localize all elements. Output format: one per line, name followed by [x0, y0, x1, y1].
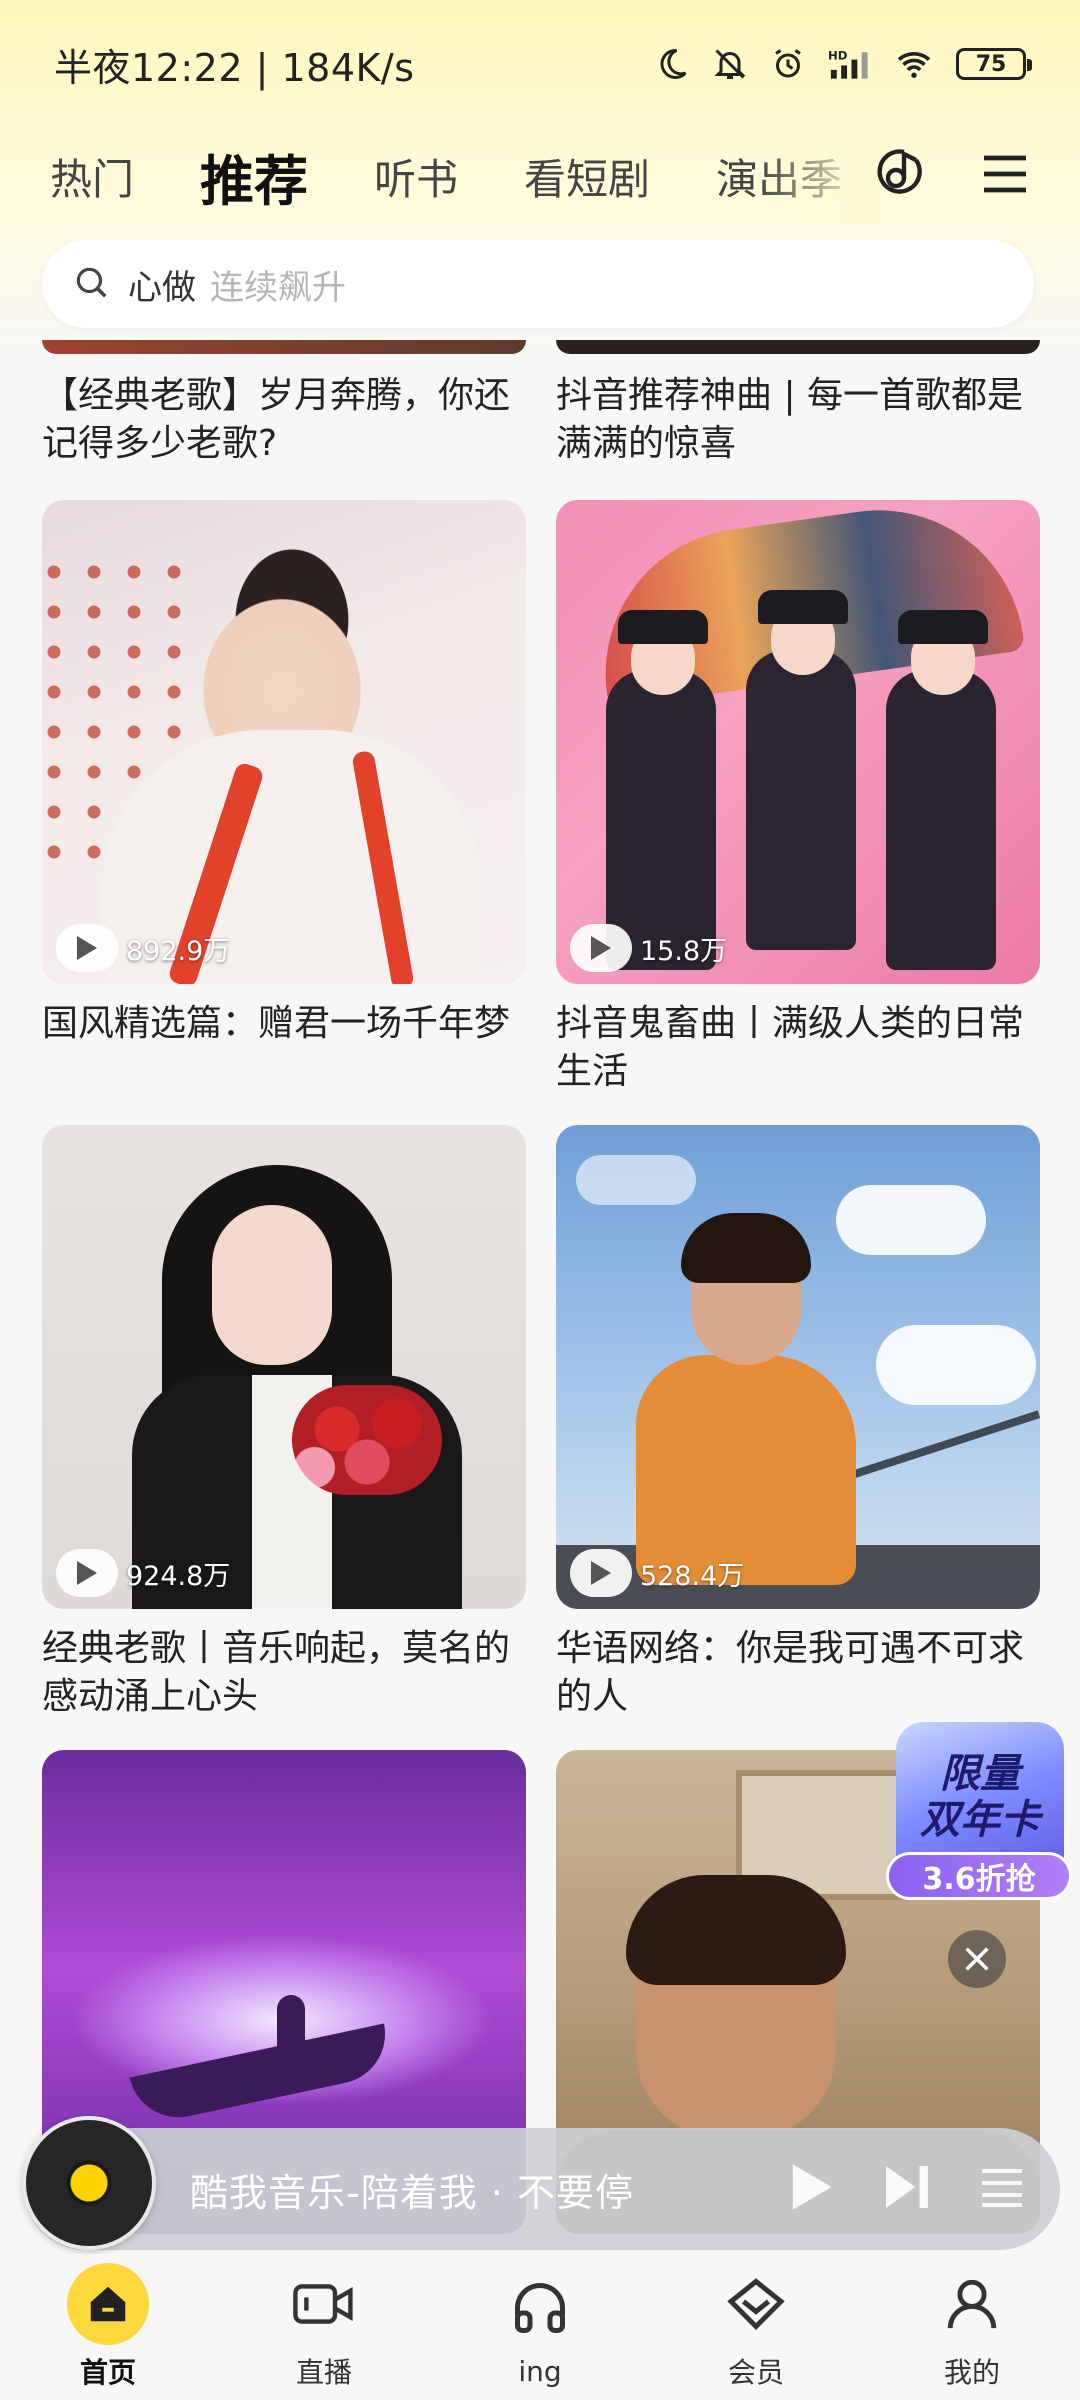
- play-count: 924.8万: [56, 1549, 230, 1597]
- playlist-cover[interactable]: 892.9万: [42, 500, 526, 984]
- voice-search-icon[interactable]: [872, 144, 928, 208]
- nav-live[interactable]: 直播: [254, 2263, 394, 2391]
- promo-line-2: 双年卡: [920, 1797, 1040, 1843]
- svg-text:HD: HD: [828, 49, 848, 63]
- play-count: 528.4万: [570, 1549, 744, 1597]
- search-icon: [72, 263, 110, 305]
- status-bar: 半夜12:22 | 184K/s HD 75: [0, 0, 1080, 128]
- play-icon: [570, 1549, 632, 1597]
- tabs-fade: [760, 128, 880, 224]
- battery-icon: 75: [956, 48, 1032, 80]
- nav-label: 我的: [943, 2356, 1000, 2389]
- alarm-icon: [770, 46, 806, 82]
- vip-promo-badge[interactable]: 限量 双年卡 3.6折抢: [878, 1712, 1078, 1912]
- vip-diamond-icon: [715, 2263, 797, 2345]
- nav-vip[interactable]: 会员: [686, 2263, 826, 2391]
- tab-short-drama[interactable]: 看短剧: [524, 146, 650, 207]
- playlist-cover[interactable]: 924.8万: [42, 1125, 526, 1609]
- promo-discount-pill: 3.6折抢: [886, 1852, 1072, 1900]
- play-count-value: 528.4万: [640, 1560, 745, 1592]
- cover-cut-2: [556, 340, 1040, 354]
- nav-profile[interactable]: 我的: [902, 2263, 1042, 2391]
- signal-hd-icon: HD: [828, 46, 872, 82]
- search-hint: 连续飙升: [210, 267, 346, 308]
- playlist-cover[interactable]: 15.8万: [556, 500, 1040, 984]
- cover-cut-1: [42, 340, 526, 354]
- nav-label: 直播: [295, 2356, 352, 2389]
- play-icon: [56, 924, 118, 972]
- search-bar[interactable]: 心做 连续飙升: [42, 240, 1034, 328]
- home-icon: [67, 2263, 149, 2345]
- tab-hot[interactable]: 热门: [50, 146, 134, 207]
- nav-home[interactable]: 首页: [38, 2263, 178, 2391]
- playlist-title[interactable]: 国风精选篇：赠君一场千年梦: [42, 1000, 522, 1048]
- playlist-title[interactable]: 抖音推荐神曲 | 每一首歌都是满满的惊喜: [556, 372, 1036, 468]
- promo-line-1: 限量: [940, 1751, 1020, 1797]
- playlist-queue-icon[interactable]: [980, 2165, 1024, 2213]
- bottom-navigation: 首页 直播 ing 会员 我的: [0, 2254, 1080, 2400]
- album-disc-icon[interactable]: [22, 2116, 156, 2250]
- moon-icon: [654, 46, 690, 82]
- play-count-value: 15.8万: [640, 935, 728, 967]
- nav-label: ing: [518, 2354, 562, 2388]
- playlist-cover[interactable]: 528.4万: [556, 1125, 1040, 1609]
- playlist-title[interactable]: 经典老歌丨音乐响起，莫名的感动涌上心头: [42, 1625, 522, 1721]
- live-camera-icon: [283, 2263, 365, 2345]
- playlist-title[interactable]: 抖音鬼畜曲丨满级人类的日常生活: [556, 1000, 1036, 1096]
- play-button[interactable]: [788, 2162, 834, 2216]
- play-count: 15.8万: [570, 924, 727, 972]
- nav-label: 首页: [79, 2356, 136, 2389]
- play-count: 892.9万: [56, 924, 230, 972]
- tab-recommend[interactable]: 推荐: [200, 137, 308, 220]
- play-icon: [570, 924, 632, 972]
- tab-audiobook[interactable]: 听书: [374, 146, 458, 207]
- playlist-title[interactable]: 【经典老歌】岁月奔腾，你还记得多少老歌?: [42, 372, 522, 468]
- bell-mute-icon: [712, 46, 748, 82]
- play-icon: [56, 1549, 118, 1597]
- play-count-value: 892.9万: [126, 935, 231, 967]
- playlist-title[interactable]: 华语网络：你是我可遇不可求的人: [556, 1625, 1036, 1721]
- close-icon[interactable]: [948, 1930, 1006, 1988]
- nav-ing[interactable]: ing: [470, 2267, 610, 2388]
- nav-label: 会员: [727, 2356, 784, 2389]
- wifi-icon: [894, 46, 934, 82]
- next-button[interactable]: [884, 2162, 930, 2216]
- headphones-icon: [499, 2267, 581, 2349]
- player-song-title: 酷我音乐-陪着我 · 不要停: [190, 2170, 634, 2215]
- play-count-value: 924.8万: [126, 1560, 231, 1592]
- status-time-speed: 半夜12:22 | 184K/s: [54, 45, 415, 90]
- search-hot-word: 心做: [128, 267, 196, 308]
- profile-icon: [931, 2263, 1013, 2345]
- menu-icon[interactable]: [980, 152, 1030, 200]
- mini-player[interactable]: 酷我音乐-陪着我 · 不要停: [22, 2116, 1060, 2250]
- battery-level: 75: [975, 51, 1007, 77]
